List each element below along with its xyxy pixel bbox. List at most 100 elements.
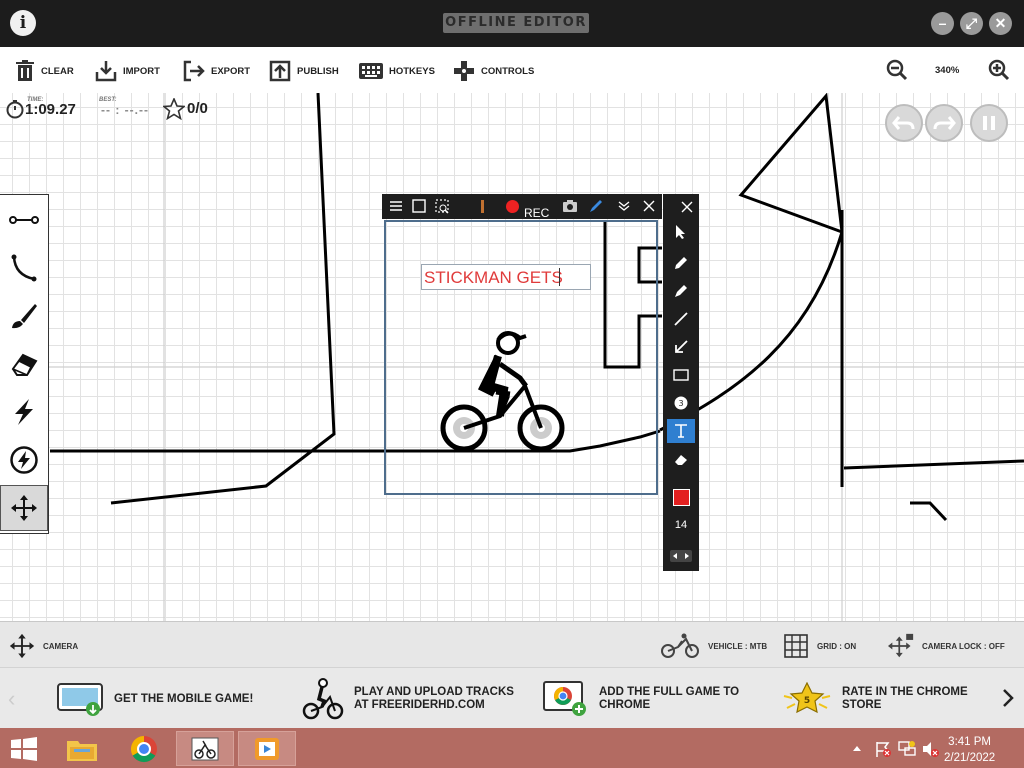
counter-tool[interactable]: 3 [667, 391, 695, 415]
windows-start-icon[interactable] [10, 737, 38, 761]
undo-button[interactable] [885, 104, 923, 142]
promo-chrome-full-game[interactable]: ADD THE FULL GAME TO CHROME [543, 677, 739, 721]
palette-close-icon[interactable] [681, 201, 693, 213]
promo-mobile-game[interactable]: GET THE MOBILE GAME! [56, 677, 253, 721]
promo-chrome-text: ADD THE FULL GAME TO CHROME [599, 686, 739, 712]
font-size-value[interactable]: 14 [667, 513, 695, 537]
move-camera-icon [11, 495, 37, 521]
minimize-button[interactable]: – [931, 12, 954, 35]
recorder-close-icon[interactable] [643, 200, 655, 212]
left-tool-panel [0, 194, 49, 534]
numbering-icon: 3 [674, 396, 688, 410]
text-tool[interactable] [667, 419, 695, 443]
separator [481, 200, 484, 213]
palette-eraser-tool[interactable] [667, 447, 695, 471]
camera-status[interactable]: CAMERA [8, 633, 78, 659]
marker-tool[interactable] [667, 279, 695, 303]
grid-label: GRID : ON [817, 641, 857, 651]
best-value: -- : --.-- [101, 103, 149, 117]
screen-recorder-taskbar-button[interactable] [238, 731, 296, 766]
fullscreen-capture-icon[interactable] [412, 199, 426, 213]
svg-text:5: 5 [804, 696, 810, 706]
hotkeys-label: HOTKEYS [389, 65, 435, 77]
redo-icon [933, 116, 956, 130]
boost-tool[interactable] [0, 389, 48, 435]
vehicle-label: VEHICLE : MTB [708, 641, 768, 651]
curve-tool[interactable] [0, 245, 48, 291]
zoom-out-icon[interactable] [886, 59, 908, 81]
controls-label: CONTROLS [481, 65, 535, 77]
move-camera-tool[interactable] [0, 485, 48, 531]
rider-app-icon [191, 737, 219, 760]
rider-bike-illustration [440, 331, 565, 452]
straight-line-tool[interactable] [0, 197, 48, 243]
region-capture-icon[interactable] [435, 199, 451, 215]
palette-dock-toggle[interactable] [667, 544, 695, 568]
rec-label: REC [524, 206, 550, 220]
import-icon [95, 61, 117, 82]
brush-tool[interactable] [0, 293, 48, 339]
volume-muted-icon[interactable] [921, 740, 939, 758]
promo-rate-store[interactable]: 5 RATE IN THE CHROME STORE [782, 677, 968, 721]
redo-button[interactable] [925, 104, 963, 142]
line-rider-taskbar-button[interactable] [176, 731, 234, 766]
os-taskbar [0, 728, 1024, 768]
file-explorer-taskbar-button[interactable] [53, 731, 111, 766]
controls-button[interactable]: CONTROLS [453, 59, 534, 83]
maximize-button[interactable]: ⤢ [960, 12, 983, 35]
export-button[interactable]: EXPORT [183, 59, 250, 83]
clear-button[interactable]: CLEAR [15, 59, 74, 83]
star-icon [163, 98, 185, 120]
network-icon[interactable] [898, 740, 916, 758]
arrow-tool[interactable] [667, 335, 695, 359]
marker-icon [675, 285, 687, 297]
pencil-tool[interactable] [667, 251, 695, 275]
eraser-icon [11, 353, 38, 377]
bike-icon [661, 633, 699, 658]
vehicle-status[interactable]: VEHICLE : MTB [660, 633, 768, 658]
publish-button[interactable]: PUBLISH [269, 59, 339, 83]
promo-freerider-text: PLAY AND UPLOAD TRACKS AT FREERIDERHD.CO… [354, 686, 514, 712]
straight-line-icon [9, 216, 39, 224]
color-picker[interactable] [667, 485, 695, 509]
promo-mobile-text: GET THE MOBILE GAME! [114, 692, 254, 705]
camera-icon[interactable] [562, 199, 578, 213]
powerup-tool[interactable] [0, 437, 48, 483]
menu-icon[interactable] [390, 200, 402, 212]
pause-button[interactable] [970, 104, 1008, 142]
pen-icon[interactable] [588, 198, 604, 214]
line-tool[interactable] [667, 307, 695, 331]
move-camera-icon [9, 633, 35, 659]
camera-lock-status[interactable]: CAMERA LOCK : OFF [888, 633, 1005, 658]
export-label: EXPORT [211, 65, 251, 77]
system-clock[interactable]: 3:41 PM 2/21/2022 [944, 734, 995, 766]
promo-freerider[interactable]: PLAY AND UPLOAD TRACKS AT FREERIDERHD.CO… [302, 677, 514, 721]
select-tool[interactable] [667, 220, 695, 244]
action-center-icon[interactable] [874, 740, 892, 758]
record-dot-icon[interactable] [506, 200, 519, 213]
annotation-text-input[interactable]: STICKMAN GETS [421, 264, 591, 290]
close-button[interactable]: ✕ [989, 12, 1012, 35]
rating-star-icon: 5 [783, 682, 831, 714]
eraser-tool[interactable] [0, 341, 48, 387]
editor-toolbar: CLEAR IMPORT EXPORT PUBLISH HOTKEYS CONT… [0, 47, 1024, 94]
rectangle-tool[interactable] [667, 363, 695, 387]
title-bar: i OFFLINE EDITOR – ⤢ ✕ [0, 0, 1024, 47]
arrow-icon [675, 340, 688, 353]
zoom-in-icon[interactable] [988, 59, 1010, 81]
grid-icon [784, 634, 808, 658]
promo-prev-arrow[interactable]: ‹ [8, 686, 15, 712]
expand-horizontal-icon [670, 550, 692, 562]
boost-icon [15, 399, 33, 425]
grid-status[interactable]: GRID : ON [784, 634, 857, 658]
chrome-taskbar-button[interactable] [115, 731, 173, 766]
info-button[interactable]: i [10, 10, 36, 36]
promo-next-arrow[interactable] [1000, 688, 1016, 708]
pencil-icon [675, 257, 687, 269]
hotkeys-button[interactable]: HOTKEYS [359, 59, 435, 83]
import-button[interactable]: IMPORT [95, 59, 160, 83]
tray-expand-icon[interactable] [852, 744, 862, 752]
curve-icon [11, 254, 37, 282]
promo-rate-text: RATE IN THE CHROME STORE [842, 686, 968, 712]
collapse-icon[interactable] [618, 200, 630, 212]
